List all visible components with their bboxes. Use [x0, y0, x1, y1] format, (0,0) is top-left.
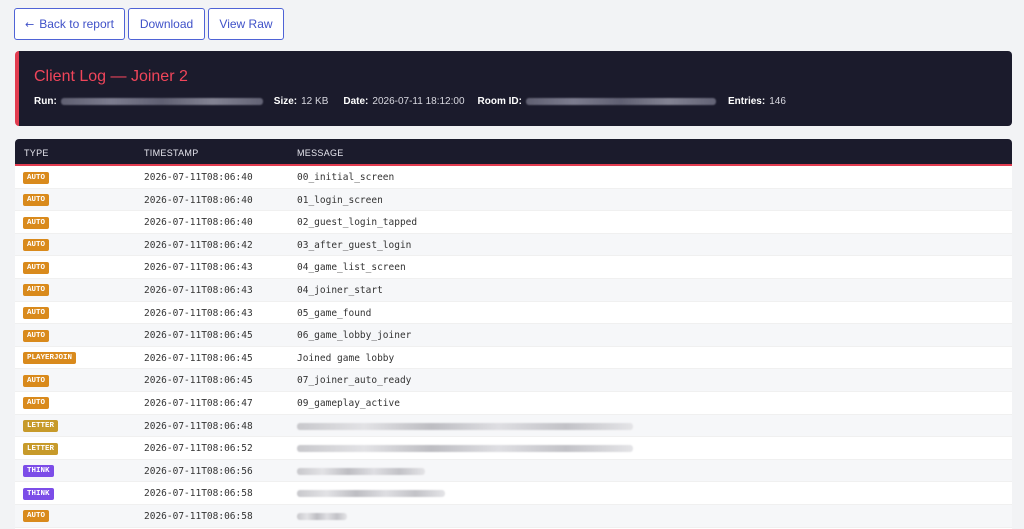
message-redacted [297, 490, 445, 498]
table-row: LETTER 2026-07-11T08:06:48 [15, 414, 1012, 438]
message-redacted [297, 512, 347, 520]
table-row: THINK 2026-07-11T08:06:56 [15, 459, 1012, 483]
message-cell: 02_guest_login_tapped [297, 217, 418, 229]
timestamp-cell: 2026-07-11T08:06:40 [144, 217, 253, 229]
table-row: LETTER 2026-07-11T08:06:52 [15, 437, 1012, 460]
room-id-label: Room ID: [477, 96, 522, 107]
type-badge: AUTO [23, 239, 50, 252]
view-raw-button[interactable]: View Raw [208, 8, 284, 40]
back-to-report-label: Back to report [39, 17, 114, 31]
type-badge: AUTO [23, 216, 50, 229]
table-row: AUTO 2026-07-11T08:06:58 [15, 504, 1012, 528]
message-redacted [297, 467, 425, 475]
column-type: TYPE [24, 148, 49, 158]
type-badge: PLAYERJOIN [23, 352, 77, 365]
message-cell: 05_game_found [297, 307, 372, 319]
date-label: Date: [343, 96, 369, 107]
timestamp-cell: 2026-07-11T08:06:40 [144, 194, 253, 206]
room-id-redacted [525, 98, 716, 105]
message-cell: Joined game lobby [297, 352, 395, 364]
table-row: AUTO 2026-07-11T08:06:45 06_game_lobby_joi… [15, 324, 1012, 347]
timestamp-cell: 2026-07-11T08:06:43 [144, 307, 253, 319]
table-row: AUTO 2026-07-11T08:06:47 09_gameplay_activ… [15, 392, 1012, 415]
type-badge: AUTO [23, 261, 50, 274]
timestamp-cell: 2026-07-11T08:06:42 [144, 239, 253, 251]
entries-value: 146 [769, 96, 786, 107]
message-cell: 07_joiner_auto_ready [297, 375, 412, 387]
timestamp-cell: 2026-07-11T08:06:58 [144, 510, 253, 522]
message-cell: 09_gameplay_active [297, 397, 400, 409]
message-redacted [297, 422, 633, 430]
run-label: Run: [34, 96, 57, 107]
column-message: MESSAGE [297, 148, 344, 158]
message-cell: 01_login_screen [297, 194, 383, 206]
timestamp-cell: 2026-07-11T08:06:45 [144, 330, 253, 342]
log-header: Client Log — Joiner 2 Run: Size: 12 KB D… [15, 51, 1012, 126]
message-cell: 03_after_guest_login [297, 239, 412, 251]
size-label: Size: [273, 96, 298, 107]
timestamp-cell: 2026-07-11T08:06:47 [144, 397, 253, 409]
table-row: AUTO 2026-07-11T08:06:43 04_game_list_scre… [15, 256, 1012, 279]
table-row: AUTO 2026-07-11T08:06:40 01_login_screen [15, 188, 1012, 212]
type-badge: AUTO [23, 171, 50, 184]
type-badge: AUTO [23, 510, 50, 523]
type-badge: THINK [23, 465, 54, 478]
type-badge: THINK [23, 487, 54, 500]
table-row: AUTO 2026-07-11T08:06:42 03_after_guest_lo… [15, 233, 1012, 257]
message-cell: 04_game_list_screen [297, 262, 406, 274]
timestamp-cell: 2026-07-11T08:06:43 [144, 262, 253, 274]
timestamp-cell: 2026-07-11T08:06:40 [144, 172, 253, 183]
timestamp-cell: 2026-07-11T08:06:45 [144, 352, 253, 364]
table-header: TYPE TIMESTAMP MESSAGE [15, 139, 1012, 166]
type-badge: AUTO [23, 194, 50, 207]
timestamp-cell: 2026-07-11T08:06:58 [144, 488, 253, 500]
table-body: AUTO 2026-07-11T08:06:40 00_initial_screen… [15, 166, 1012, 528]
toolbar: ← Back to report Download View Raw [14, 8, 284, 40]
back-to-report-button[interactable]: ← Back to report [14, 8, 125, 40]
entries-label: Entries: [727, 96, 766, 107]
table-row: THINK 2026-07-11T08:06:58 [15, 482, 1012, 505]
timestamp-cell: 2026-07-11T08:06:43 [144, 284, 253, 296]
size-value: 12 KB [301, 96, 329, 107]
message-cell: 06_game_lobby_joiner [297, 330, 412, 342]
run-id-redacted [60, 98, 263, 105]
download-label: Download [139, 17, 194, 31]
column-timestamp: TIMESTAMP [144, 148, 199, 158]
date-value: 2026-07-11 18:12:00 [372, 96, 465, 107]
log-meta: Run: Size: 12 KB Date: 2026-07-11 18:12:… [34, 96, 786, 107]
view-raw-label: View Raw [219, 17, 273, 31]
timestamp-cell: 2026-07-11T08:06:52 [144, 443, 253, 455]
log-table: TYPE TIMESTAMP MESSAGE AUTO 2026-07-11T08… [15, 139, 1012, 529]
message-cell: 04_joiner_start [297, 284, 383, 296]
message-cell: 00_initial_screen [297, 172, 395, 183]
type-badge: AUTO [23, 374, 50, 387]
table-row: PLAYERJOIN 2026-07-11T08:06:45 Joined game… [15, 347, 1012, 370]
timestamp-cell: 2026-07-11T08:06:56 [144, 465, 253, 477]
table-row: AUTO 2026-07-11T08:06:45 07_joiner_auto_re… [15, 369, 1012, 392]
table-row: AUTO 2026-07-11T08:06:40 02_guest_login_ta… [15, 211, 1012, 234]
table-row: AUTO 2026-07-11T08:06:43 04_joiner_start [15, 278, 1012, 302]
page-title: Client Log — Joiner 2 [34, 68, 188, 85]
type-badge: AUTO [23, 329, 50, 342]
timestamp-cell: 2026-07-11T08:06:48 [144, 420, 253, 432]
download-button[interactable]: Download [128, 8, 205, 40]
table-row: AUTO 2026-07-11T08:06:40 00_initial_screen [15, 166, 1012, 189]
type-badge: LETTER [23, 420, 59, 433]
message-redacted [297, 445, 633, 453]
type-badge: AUTO [23, 397, 50, 410]
type-badge: LETTER [23, 442, 59, 455]
type-badge: AUTO [23, 307, 50, 320]
table-row: AUTO 2026-07-11T08:06:43 05_game_found [15, 302, 1012, 325]
timestamp-cell: 2026-07-11T08:06:45 [144, 375, 253, 387]
arrow-left-icon: ← [25, 17, 35, 31]
type-badge: AUTO [23, 284, 50, 297]
